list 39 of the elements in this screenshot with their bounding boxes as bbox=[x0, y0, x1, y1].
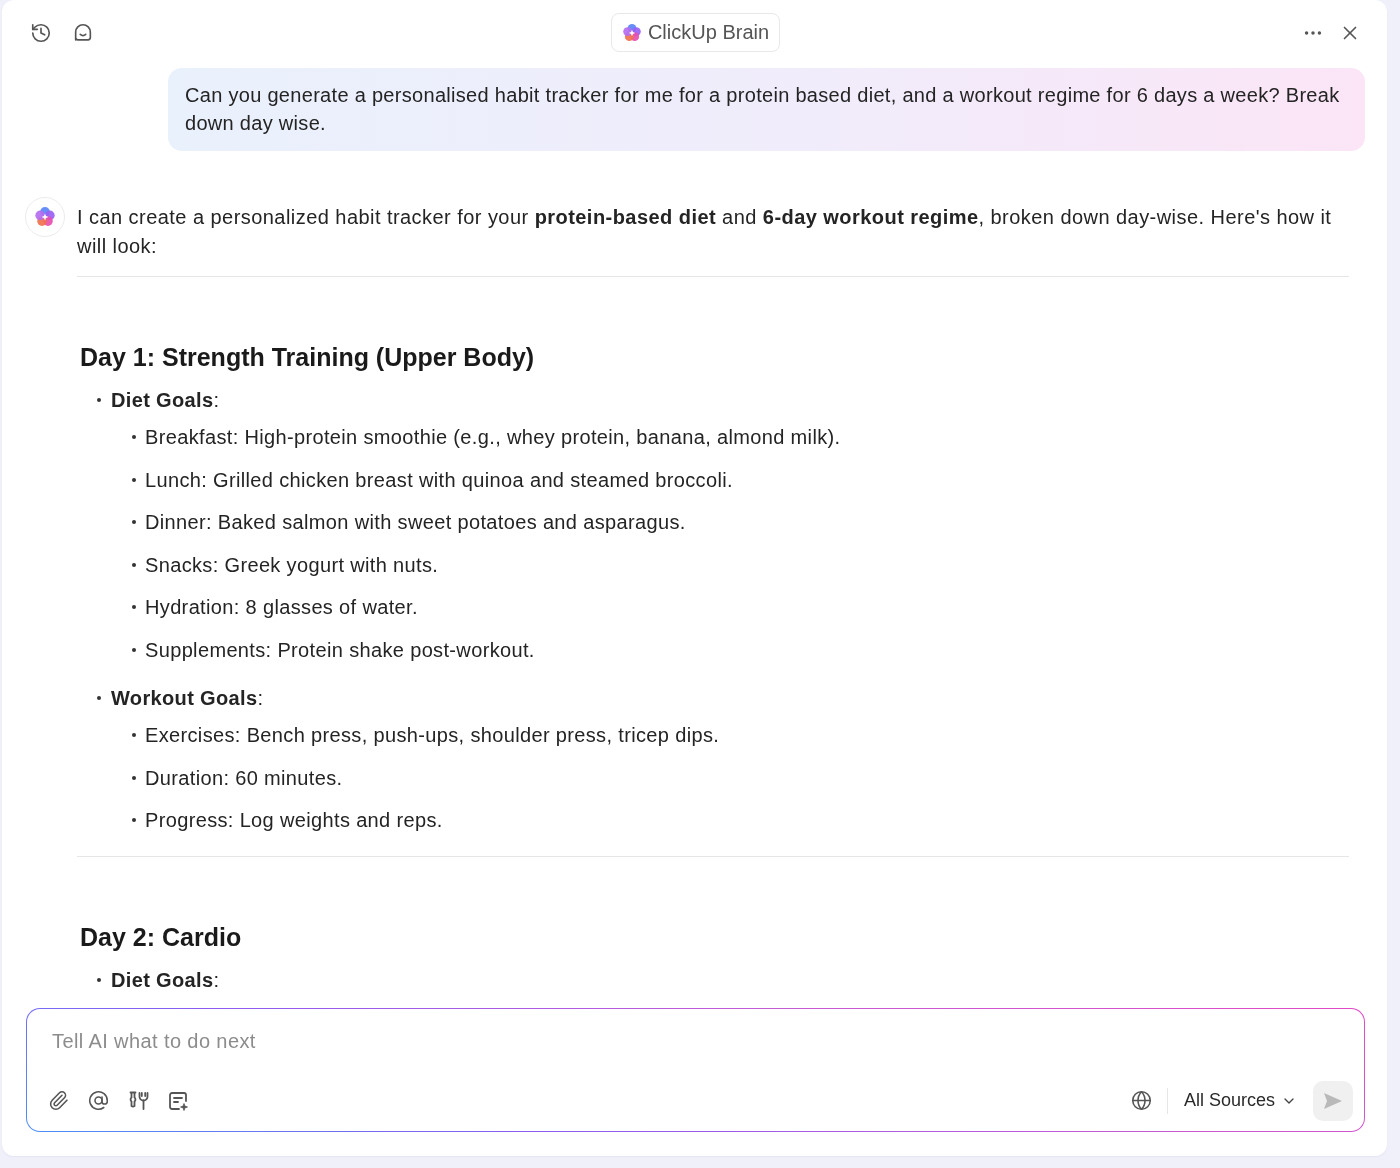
section-label: Diet Goals: bbox=[111, 388, 220, 413]
bullet-icon bbox=[132, 818, 136, 823]
chat-smile-icon[interactable] bbox=[72, 21, 94, 44]
paperclip-icon[interactable] bbox=[47, 1090, 69, 1111]
bullet-icon bbox=[132, 732, 136, 737]
bullet-icon bbox=[132, 477, 136, 482]
section-label: Diet Goals: bbox=[111, 968, 220, 987]
assistant-avatar-icon bbox=[25, 197, 65, 237]
list-item-text: Hydration: 8 glasses of water. bbox=[145, 595, 418, 621]
bullet-icon bbox=[97, 978, 101, 983]
send-icon bbox=[1323, 1091, 1343, 1110]
list-item-text: Exercises: Bench press, push-ups, shoulder press, tricep dips. bbox=[145, 722, 720, 748]
prompt-input[interactable]: Tell AI what to do next bbox=[52, 1029, 1340, 1053]
bullet-icon bbox=[97, 398, 101, 402]
list-item-text: Breakfast: High-protein smoothie (e.g., whey protein, banana, almond milk). bbox=[145, 425, 841, 450]
user-message-bubble: Can you generate a personalised habit tracker for me for a protein based diet, and a workout regime for 6 days a week? Break down day wise. bbox=[168, 68, 1365, 151]
bullet-icon bbox=[132, 520, 136, 525]
at-sign-icon[interactable] bbox=[87, 1090, 109, 1111]
bullet-icon bbox=[97, 695, 101, 700]
title-text: ClickUp Brain bbox=[647, 21, 770, 44]
list-item-text: Supplements: Protein shake post-workout. bbox=[145, 637, 535, 663]
list-item-text: Lunch: Grilled chicken breast with quinoa and steamed broccoli. bbox=[145, 467, 733, 493]
bullet-icon bbox=[132, 775, 136, 780]
bullet-icon bbox=[132, 435, 136, 439]
history-icon[interactable] bbox=[30, 21, 52, 44]
list-item-text: Dinner: Baked salmon with sweet potatoes and asparagus. bbox=[145, 510, 686, 536]
globe-icon[interactable] bbox=[1130, 1090, 1152, 1111]
section-label: Workout Goals: bbox=[111, 685, 264, 711]
list-item-text: Snacks: Greek yogurt with nuts. bbox=[145, 552, 439, 578]
bullet-icon bbox=[132, 605, 136, 610]
day-heading: Day 1: Strength Training (Upper Body) bbox=[79, 342, 536, 373]
day-heading: Day 2: Cardio bbox=[79, 922, 243, 954]
sources-dropdown[interactable]: All Sources bbox=[1183, 1090, 1297, 1111]
list-item-text: Duration: 60 minutes. bbox=[145, 765, 343, 791]
bullet-icon bbox=[132, 647, 136, 652]
assistant-message-text: I can create a personalized habit tracker for your protein-based diet and 6-day workout regime, broken down day-wise. Here's how it will look: bbox=[77, 205, 1333, 259]
flower-logo-icon bbox=[621, 22, 642, 43]
bullet-icon bbox=[132, 562, 136, 567]
list-item-text: Progress: Log weights and reps. bbox=[145, 808, 443, 834]
